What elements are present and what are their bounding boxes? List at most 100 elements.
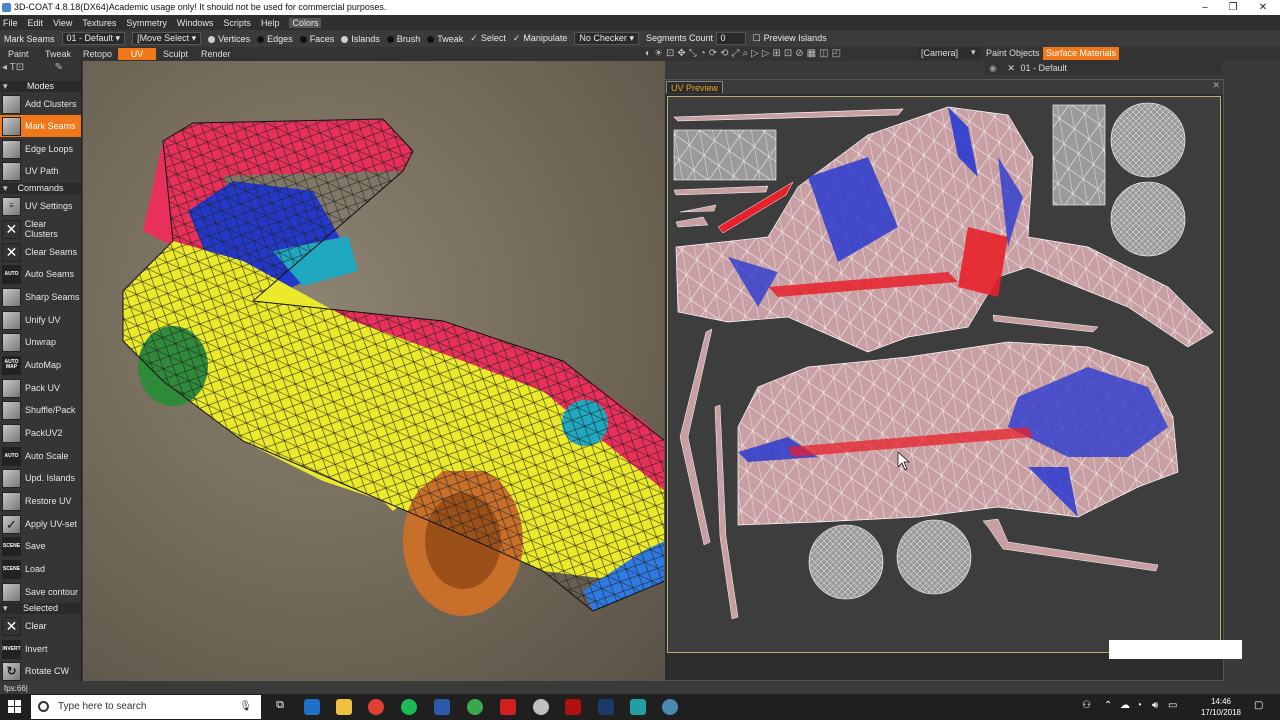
cmd-clear-clusters[interactable]: ✕ Clear Clusters [0,218,81,240]
menu-colors[interactable]: Colors [289,17,322,28]
tab-surface-materials[interactable]: Surface Materials [1043,47,1120,60]
menu-file[interactable]: File [3,18,18,28]
section-commands[interactable]: Commands [0,183,81,194]
eye-icon[interactable]: ◉ [989,63,997,73]
radio-icon [299,35,307,43]
cmd-load[interactable]: SCENE Load [0,558,81,580]
menu-symmetry[interactable]: Symmetry [126,18,167,28]
tab-uv-preview[interactable]: UV Preview [666,81,724,93]
mode-tweak[interactable]: Tweak [427,34,463,44]
move-select-value: [Move Select [137,33,190,43]
room-tab-tweak[interactable]: Tweak [40,48,76,60]
task-view-icon[interactable]: ⧉ [272,699,288,715]
uv-canvas[interactable] [667,96,1221,653]
edge-browser-icon[interactable] [304,699,320,715]
mode-brush[interactable]: Brush [386,34,420,44]
sel-clear[interactable]: ✕ Clear [0,615,81,637]
material-row[interactable]: ◉ ✕ 01 - Default [985,61,1222,75]
cmd-pack-uv[interactable]: Pack UV [0,377,81,399]
cmd-upd-islands[interactable]: Upd. Islands [0,467,81,489]
checker-value: No Checker [579,33,627,43]
mode-edges[interactable]: Edges [257,34,293,44]
sel-rotate-cw[interactable]: ↻ Rotate CW [0,660,81,682]
sel-invert[interactable]: INVERT Invert [0,638,81,660]
navigation-icons[interactable]: ◐☀⊡✥⤡◔⟳⟲⤢⌕▷▷⊞⊡⊘▦◫◰ [645,48,844,59]
menu-edit[interactable]: Edit [28,18,44,28]
photoshop-icon[interactable] [598,699,614,715]
cloud-icon[interactable]: ☁ [1120,700,1130,711]
room-tab-sculpt[interactable]: Sculpt [158,48,193,60]
cmd-unwrap[interactable]: Unwrap [0,331,81,353]
chevron-down-icon[interactable]: ▾ [971,47,976,58]
room-tab-uv[interactable]: UV [118,48,156,60]
cmd-uv-settings[interactable]: ☰ UV Settings [0,195,81,217]
preview-islands-checkbox[interactable]: ☐ Preview Islands [753,33,827,44]
taskbar-clock[interactable]: 14:46 17/10/2018 [1196,696,1246,718]
file-explorer-icon[interactable] [336,699,352,715]
cmd-automap[interactable]: AUTO MAP AutoMap [0,354,81,376]
spotify-icon[interactable] [401,699,417,715]
cmd-auto-seams[interactable]: AUTO Auto Seams [0,263,81,285]
speaker-icon[interactable]: 🔊︎ [1152,700,1158,711]
people-icon[interactable]: ⚇ [1082,700,1091,711]
maya-icon[interactable] [630,699,646,715]
tab-paint-objects[interactable]: Paint Objects [983,47,1043,60]
manipulate-checkbox[interactable]: ✓ Manipulate [513,33,568,44]
close-icon[interactable]: ✕ [1212,80,1220,91]
3d-viewport[interactable] [83,61,665,681]
windows-start-icon[interactable] [8,700,22,714]
tool-edge-loops[interactable]: Edge Loops [0,138,81,160]
mode-vertices[interactable]: Vertices [208,34,250,44]
section-modes[interactable]: Modes [0,81,81,92]
menu-windows[interactable]: Windows [177,18,214,28]
select-checkbox[interactable]: ✓ Select [470,33,506,44]
cmd-save-contour[interactable]: Save contour [0,581,81,603]
cmd-shuffle-pack[interactable]: Shuffle/Pack [0,399,81,421]
cmd-apply-uv-set[interactable]: ✓ Apply UV-set [0,513,81,535]
mode-faces[interactable]: Faces [299,34,334,44]
segments-input[interactable]: 0 [715,32,746,45]
tool-mark-seams[interactable]: Mark Seams [0,115,81,137]
app-icon[interactable] [500,699,516,715]
object-select-dropdown[interactable]: 01 - Default ▾ [61,32,126,45]
menu-textures[interactable]: Textures [82,18,116,28]
battery-icon[interactable]: ▭ [1168,700,1177,711]
mode-islands[interactable]: Islands [341,34,380,44]
chevron-up-icon[interactable]: ⌃ [1104,700,1112,711]
checker-dropdown[interactable]: No Checker ▾ [574,32,639,45]
unify-uv-icon [2,310,21,330]
panel-header-icons[interactable]: ◂ T⊡ ✎ [2,62,80,76]
chrome-icon[interactable] [368,699,384,715]
close-icon[interactable]: ✕ [1007,63,1015,73]
restore-icon[interactable]: ❐ [1218,0,1248,15]
menu-view[interactable]: View [53,18,72,28]
app-icon[interactable] [467,699,483,715]
tool-uv-path[interactable]: UV Path [0,160,81,182]
tool-add-clusters[interactable]: Add Clusters [0,93,81,115]
cmd-unify-uv[interactable]: Unify UV [0,309,81,331]
section-selected[interactable]: Selected [0,603,81,614]
word-icon[interactable] [434,699,450,715]
cmd-sharp-seams[interactable]: Sharp Seams [0,286,81,308]
move-select-dropdown[interactable]: [Move Select ▾ [132,32,202,45]
room-tab-retopo[interactable]: Retopo [78,48,117,60]
acrobat-icon[interactable] [565,699,581,715]
menu-help[interactable]: Help [261,18,280,28]
cmd-restore-uv[interactable]: Restore UV [0,490,81,512]
notifications-icon[interactable]: ▢ [1254,700,1263,711]
room-tab-render[interactable]: Render [196,48,236,60]
cmd-save[interactable]: SCENE Save [0,535,81,557]
cmd-packuv2[interactable]: PackUV2 [0,422,81,444]
cmd-clear-seams[interactable]: ✕ Clear Seams [0,241,81,263]
app-icon[interactable] [533,699,549,715]
wifi-icon[interactable]: ◔ [1136,700,1142,711]
minimize-icon[interactable]: – [1190,0,1220,15]
taskbar-search-input[interactable]: Type here to search 🎙︎ [31,695,261,719]
close-icon[interactable]: ✕ [1248,0,1278,15]
tool-label: Pack UV [25,383,61,393]
3dcoat-icon[interactable] [662,699,678,715]
menu-scripts[interactable]: Scripts [223,18,251,28]
cmd-auto-scale[interactable]: AUTO Auto Scale [0,445,81,467]
room-tab-paint[interactable]: Paint [3,48,34,60]
microphone-icon[interactable]: 🎙︎ [239,695,252,719]
